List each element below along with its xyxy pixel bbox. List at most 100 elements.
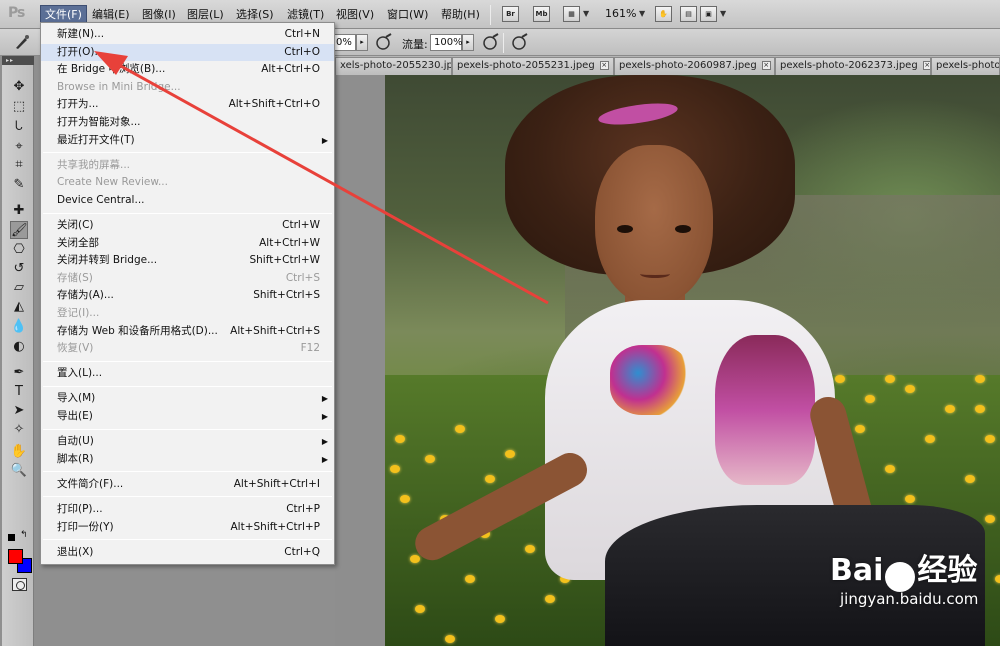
menu-separator <box>43 428 332 430</box>
close-icon[interactable]: × <box>761 60 771 70</box>
yellow-flower <box>925 435 935 443</box>
file-menu-item[interactable]: 存储为 Web 和设备所用格式(D)... Alt+Shift+Ctrl+S <box>41 323 334 340</box>
airbrush-icon[interactable] <box>481 33 501 52</box>
file-menu-item[interactable]: 存储为(A)... Shift+Ctrl+S <box>41 287 334 304</box>
healing-brush-icon[interactable]: ✚ <box>10 202 28 220</box>
brush-preset-icon[interactable] <box>12 33 32 52</box>
file-menu-item[interactable]: 自动(U) ▶ <box>41 433 334 450</box>
chevron-down-icon[interactable]: ▼ <box>639 9 645 18</box>
menu-item-label: 打印一份(Y) <box>57 520 114 533</box>
yellow-flower <box>945 405 955 413</box>
type-tool-icon[interactable]: T <box>10 383 28 401</box>
menu-item-label: 导出(E) <box>57 410 93 422</box>
paint-bucket-icon[interactable]: ◭ <box>10 298 28 316</box>
path-select-icon[interactable]: ➤ <box>10 402 28 420</box>
yellow-flower <box>865 395 875 403</box>
toolbox-grip[interactable]: ▸▸ <box>2 56 34 65</box>
yellow-flower <box>905 495 915 503</box>
swap-colors-icon[interactable]: ↰ <box>20 530 28 540</box>
menu-item-label: 存储为(A)... <box>57 289 114 302</box>
brush-tool-icon[interactable]: 🖌 <box>10 221 28 239</box>
document-tab[interactable]: pexels-photo-2060987.jpeg × <box>614 57 775 75</box>
file-menu-item[interactable]: Device Central... <box>41 192 334 209</box>
file-menu-item[interactable]: 打印(P)... Ctrl+P <box>41 501 334 518</box>
hand-icon[interactable]: ✋ <box>655 6 672 22</box>
default-colors-icon[interactable] <box>8 534 15 541</box>
menu-separator <box>43 212 332 214</box>
girl-eye <box>675 225 691 233</box>
menu-item-shortcut: Ctrl+N <box>284 28 320 40</box>
file-menu-item[interactable]: 导出(E) ▶ <box>41 408 334 425</box>
zoom-tool-icon[interactable]: 🔍 <box>10 462 28 480</box>
file-menu-item[interactable]: 在 Bridge 中浏览(B)... Alt+Ctrl+O <box>41 61 334 78</box>
document-tab[interactable]: pexels-photo-2 <box>931 57 1000 75</box>
menu-item-label: 自动(U) <box>57 435 94 448</box>
file-menu-item[interactable]: 退出(X) Ctrl+Q <box>41 544 334 561</box>
bridge-button[interactable]: Br <box>502 6 519 22</box>
watermark-logo-cn: 经验 <box>917 553 978 588</box>
close-icon[interactable]: × <box>599 60 609 70</box>
chevron-down-icon[interactable]: ▼ <box>583 9 589 18</box>
flow-input[interactable]: 100% <box>430 34 463 51</box>
submenu-arrow-icon: ▶ <box>321 454 328 464</box>
file-menu-item[interactable]: 置入(L)... <box>41 365 334 382</box>
opacity-input[interactable]: 0% <box>332 34 356 51</box>
marquee-tool-icon[interactable]: ⬚ <box>10 98 28 116</box>
file-menu-item[interactable]: 关闭全部 Alt+Ctrl+W <box>41 235 334 252</box>
crop-tool-icon[interactable]: ⌗ <box>10 156 28 174</box>
file-menu-item[interactable]: 打开为智能对象... <box>41 114 334 131</box>
shape-tool-icon[interactable]: ✧ <box>10 421 28 439</box>
document-tab-label: pexels-photo-2060987.jpeg <box>619 60 757 71</box>
document-tab[interactable]: xels-photo-2055230.jpeg× <box>335 57 452 75</box>
zoom-level[interactable]: 161% <box>605 7 636 20</box>
document-tab[interactable]: pexels-photo-2062373.jpeg × <box>775 57 931 75</box>
menu-separator <box>43 496 332 498</box>
document-tab-label: pexels-photo-2062373.jpeg <box>780 60 918 71</box>
move-tool-icon[interactable]: ✥ <box>10 78 28 96</box>
file-menu-item[interactable]: 关闭并转到 Bridge... Shift+Ctrl+W <box>41 252 334 269</box>
file-menu-item[interactable]: 打印一份(Y) Alt+Shift+Ctrl+P <box>41 519 334 536</box>
clone-stamp-icon[interactable]: ⎔ <box>10 241 28 259</box>
file-menu-item[interactable]: 关闭(C) Ctrl+W <box>41 217 334 234</box>
file-menu-item[interactable]: 新建(N)... Ctrl+N <box>41 26 334 43</box>
file-menu-item[interactable]: 文件简介(F)... Alt+Shift+Ctrl+I <box>41 476 334 493</box>
menu-item-7[interactable]: 窗口(W) <box>383 6 432 24</box>
file-menu-item[interactable]: 打开为... Alt+Shift+Ctrl+O <box>41 96 334 113</box>
canvas-area[interactable]: Bai 经验 jingyan.baidu.com <box>335 75 1000 646</box>
blur-tool-icon[interactable]: 💧 <box>10 318 28 336</box>
tablet-pressure-size-icon[interactable] <box>510 33 530 52</box>
menu-item-8[interactable]: 帮助(H) <box>437 6 484 24</box>
close-icon[interactable]: × <box>922 60 930 70</box>
quick-select-tool-icon[interactable]: ⌖ <box>10 138 28 156</box>
hand-tool-icon[interactable]: ✋ <box>10 443 28 461</box>
opacity-dropdown[interactable]: ▸ <box>356 34 368 51</box>
history-brush-icon[interactable]: ↺ <box>10 260 28 278</box>
view-extras-button[interactable]: ▦ <box>563 6 580 22</box>
file-menu-item[interactable]: 导入(M) ▶ <box>41 390 334 407</box>
file-menu-item[interactable]: 脚本(R) ▶ <box>41 451 334 468</box>
eyedropper-tool-icon[interactable]: ✎ <box>10 176 28 194</box>
pen-tool-icon[interactable]: ✒ <box>10 364 28 382</box>
menu-item-shortcut: Alt+Shift+Ctrl+P <box>230 520 321 533</box>
document-image[interactable]: Bai 经验 jingyan.baidu.com <box>385 75 1000 646</box>
tablet-pressure-opacity-icon[interactable] <box>374 33 394 52</box>
flow-dropdown[interactable]: ▸ <box>462 34 474 51</box>
foreground-color-swatch[interactable] <box>8 549 23 564</box>
document-tab-label: pexels-photo-2 <box>936 60 1000 71</box>
dodge-tool-icon[interactable]: ◐ <box>10 338 28 356</box>
chevron-down-icon[interactable]: ▼ <box>720 9 726 18</box>
menu-item-6[interactable]: 视图(V) <box>332 6 378 24</box>
photoshop-logo: Ps <box>8 5 25 21</box>
quick-mask-icon[interactable] <box>12 578 27 591</box>
mini-bridge-button[interactable]: Mb <box>533 6 550 22</box>
submenu-arrow-icon: ▶ <box>321 135 328 145</box>
yellow-flower <box>425 455 435 463</box>
document-tab-label: xels-photo-2055230.jpeg <box>340 60 451 71</box>
document-tab[interactable]: pexels-photo-2055231.jpeg × <box>452 57 614 75</box>
lasso-tool-icon[interactable]: ᘂ <box>10 118 28 136</box>
file-menu-item[interactable]: 打开(O)... Ctrl+O <box>41 43 334 61</box>
file-menu-item[interactable]: 最近打开文件(T) ▶ <box>41 132 334 149</box>
eraser-tool-icon[interactable]: ▱ <box>10 279 28 297</box>
screen-mode-button[interactable]: ▣ <box>700 6 717 22</box>
arrange-documents-button[interactable]: ▤ <box>680 6 697 22</box>
